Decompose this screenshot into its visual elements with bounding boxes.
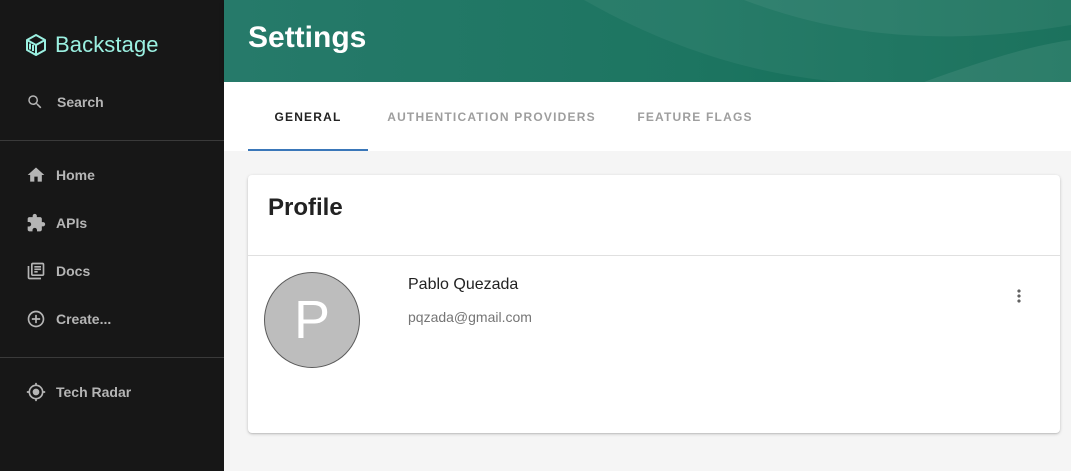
- sidebar-item-search[interactable]: Search: [0, 82, 224, 122]
- avatar: P: [264, 272, 360, 368]
- profile-name: Pablo Quezada: [408, 276, 519, 293]
- sidebar-divider: [0, 357, 224, 358]
- search-icon: [28, 95, 42, 109]
- sidebar-item-label: Search: [57, 94, 104, 110]
- puzzle-icon: [27, 213, 46, 232]
- page-title: Settings: [248, 21, 367, 54]
- backstage-logo-icon: [26, 34, 46, 56]
- sidebar-item-tech-radar[interactable]: Tech Radar: [0, 372, 224, 412]
- page-header: Settings: [224, 0, 1071, 82]
- sidebar-item-label: Create...: [56, 311, 112, 327]
- avatar-initial: P: [293, 290, 331, 350]
- sidebar-item-apis[interactable]: APIs: [0, 203, 224, 243]
- home-icon: [27, 167, 45, 182]
- settings-tabs: GENERAL AUTHENTICATION PROVIDERS FEATURE…: [224, 82, 1071, 151]
- sidebar-divider: [0, 140, 224, 141]
- add-circle-outline-icon: [27, 310, 45, 328]
- sidebar-item-label: Docs: [56, 263, 91, 279]
- sidebar-item-docs[interactable]: Docs: [0, 251, 224, 291]
- profile-email: pqzada@gmail.com: [408, 309, 532, 325]
- sidebar: Backstage Search Home APIs Docs Create..…: [0, 0, 224, 471]
- sidebar-item-label: Tech Radar: [56, 384, 132, 400]
- tab-authentication-providers[interactable]: AUTHENTICATION PROVIDERS: [368, 82, 615, 151]
- library-books-icon: [27, 262, 45, 280]
- backstage-logo[interactable]: Backstage: [24, 28, 159, 62]
- logo-text: Backstage: [55, 32, 159, 57]
- active-tab-indicator: [248, 149, 368, 151]
- sidebar-item-home[interactable]: Home: [0, 155, 224, 195]
- sidebar-item-create[interactable]: Create...: [0, 299, 224, 339]
- profile-card: Profile P Pablo Quezada pqzada@gmail.com: [248, 175, 1060, 433]
- sidebar-item-label: Home: [56, 167, 95, 183]
- profile-menu-button[interactable]: [1004, 281, 1034, 311]
- more-vert-icon: [1017, 289, 1021, 303]
- card-divider: [248, 255, 1060, 256]
- sidebar-item-label: APIs: [56, 215, 88, 231]
- tab-feature-flags[interactable]: FEATURE FLAGS: [615, 82, 775, 151]
- tab-general[interactable]: GENERAL: [248, 82, 368, 151]
- radar-icon: [26, 382, 46, 402]
- profile-card-title: Profile: [268, 194, 343, 221]
